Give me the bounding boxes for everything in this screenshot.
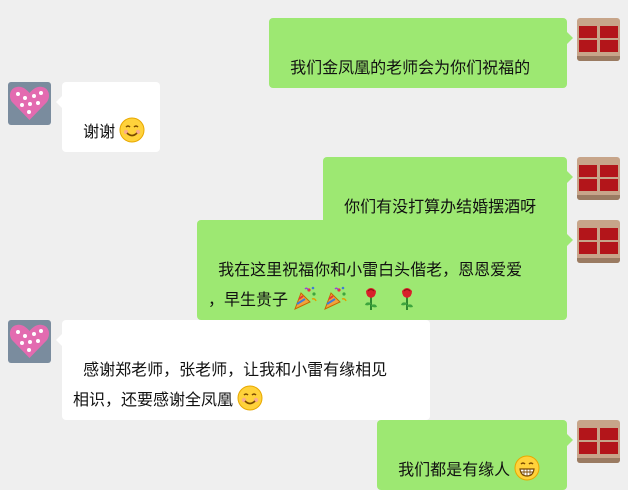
rose-icon [365, 288, 378, 310]
message-bubble-received[interactable]: 感谢郑老师，张老师，让我和小雷有缘相见 相识，还要感谢全凤凰 [56, 320, 430, 420]
my-avatar[interactable] [577, 220, 620, 263]
message-text: 我们金凤凰的老师会为你们祝福的 [290, 58, 531, 77]
my-avatar[interactable] [577, 18, 620, 61]
message-bubble-sent[interactable]: 你们有没打算办结婚摆酒呀 [323, 157, 573, 227]
message-text: 谢谢 [83, 122, 116, 141]
message-bubble-sent[interactable]: 我们都是有缘人 [377, 420, 573, 490]
my-avatar[interactable] [577, 157, 620, 200]
party-popper-icon [324, 286, 347, 310]
message-text: 你们有没打算办结婚摆酒呀 [344, 197, 537, 216]
message-text: 感谢郑老师，张老师，让我和小雷有缘相见 相识，还要感谢全凤凰 [73, 360, 388, 409]
smiling-face-icon [119, 117, 145, 143]
party-popper-icon [294, 286, 317, 310]
grinning-face-icon [514, 455, 540, 481]
rose-icon [401, 288, 414, 310]
contact-avatar[interactable] [8, 320, 51, 363]
smiling-face-icon [237, 385, 263, 411]
message-bubble-sent[interactable]: 我在这里祝福你和小雷白头偕老，恩恩爱爱 ，早生贵子 [197, 220, 573, 320]
message-bubble-sent[interactable]: 我们金凤凰的老师会为你们祝福的 [269, 18, 573, 88]
message-text: 我们都是有缘人 [398, 460, 511, 479]
my-avatar[interactable] [577, 420, 620, 463]
contact-avatar[interactable] [8, 82, 51, 125]
message-bubble-received[interactable]: 谢谢 [56, 82, 160, 152]
